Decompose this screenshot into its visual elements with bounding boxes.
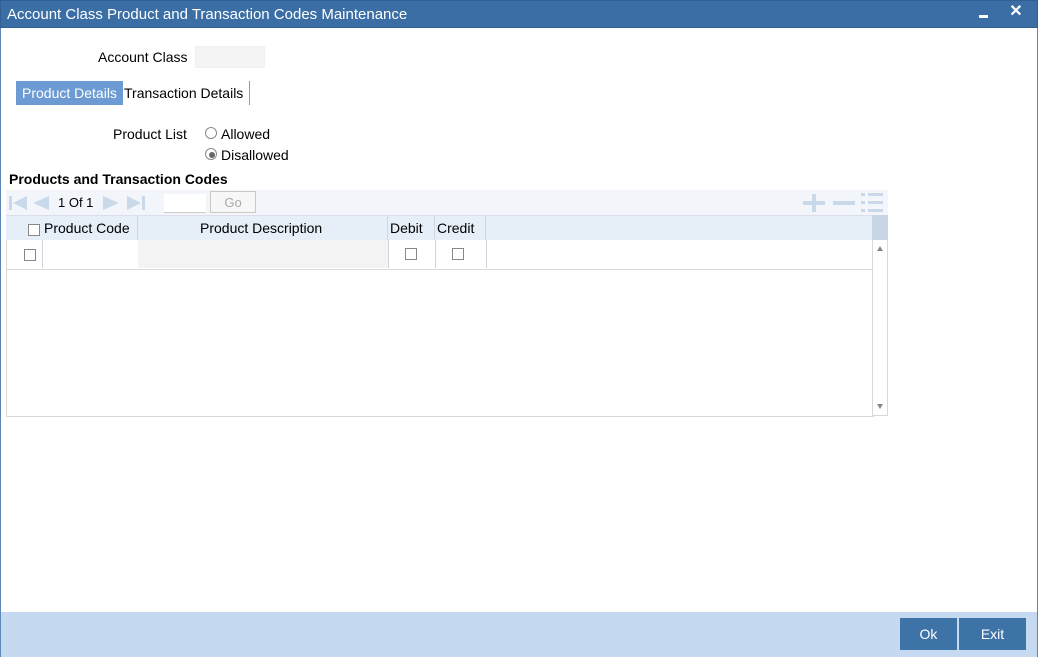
product-description-cell [138, 240, 388, 268]
prev-page-icon[interactable] [30, 195, 50, 211]
single-view-icon[interactable] [860, 192, 884, 214]
column-divider [42, 240, 43, 268]
table-row[interactable] [7, 240, 873, 270]
grid-toolbar: 1 Of 1 Go [6, 190, 888, 215]
tab-transaction-details[interactable]: Transaction Details [118, 81, 251, 105]
exit-button[interactable]: Exit [959, 618, 1026, 650]
credit-checkbox[interactable] [452, 248, 464, 260]
account-class-field[interactable] [195, 46, 265, 68]
minimize-icon[interactable] [975, 3, 993, 21]
close-icon[interactable]: ✕ [1007, 3, 1025, 21]
allowed-radio[interactable] [205, 127, 217, 139]
grid-section-title: Products and Transaction Codes [9, 171, 228, 187]
column-header-product-code[interactable]: Product Code [44, 220, 130, 236]
window-title: Account Class Product and Transaction Co… [7, 6, 408, 23]
column-divider [388, 240, 389, 268]
ok-button[interactable]: Ok [900, 618, 957, 650]
allowed-radio-label[interactable]: Allowed [221, 126, 270, 142]
page-number-input[interactable] [164, 194, 206, 213]
tab-product-details[interactable]: Product Details [16, 81, 123, 105]
window-titlebar: Account Class Product and Transaction Co… [0, 0, 1038, 28]
next-page-icon[interactable] [102, 195, 122, 211]
scroll-up-icon[interactable] [877, 246, 883, 251]
scroll-down-icon[interactable] [877, 404, 883, 409]
grid-header: Product Code Product Description Debit C… [6, 215, 888, 241]
select-all-checkbox[interactable] [28, 224, 40, 236]
delete-row-icon[interactable] [832, 194, 856, 212]
last-page-icon[interactable] [126, 195, 146, 211]
column-divider [387, 216, 388, 241]
go-button[interactable]: Go [210, 191, 256, 213]
product-list-label: Product List [113, 126, 187, 142]
disallowed-radio[interactable] [205, 148, 217, 160]
column-header-product-description[interactable]: Product Description [200, 220, 322, 236]
scrollbar-header [872, 215, 888, 240]
footer-bar: Ok Exit [1, 612, 1037, 657]
column-divider [435, 240, 436, 268]
column-divider [137, 216, 138, 241]
account-class-label: Account Class [98, 49, 188, 65]
column-header-credit[interactable]: Credit [437, 220, 474, 236]
debit-checkbox[interactable] [405, 248, 417, 260]
pager-text: 1 Of 1 [58, 195, 94, 210]
grid-body [6, 240, 874, 417]
first-page-icon[interactable] [8, 195, 28, 211]
column-divider [485, 216, 486, 241]
grid-scrollbar[interactable] [872, 240, 888, 416]
disallowed-radio-label[interactable]: Disallowed [221, 147, 289, 163]
add-row-icon[interactable] [802, 194, 826, 212]
column-divider [434, 216, 435, 241]
row-select-checkbox[interactable] [24, 249, 36, 261]
column-header-debit[interactable]: Debit [390, 220, 423, 236]
column-divider [486, 240, 487, 268]
